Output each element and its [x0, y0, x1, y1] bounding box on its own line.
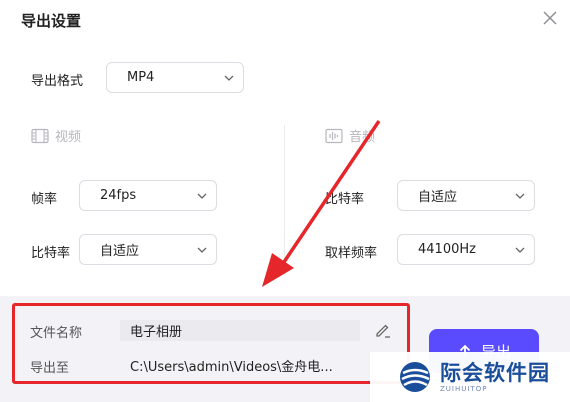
chevron-down-icon [224, 75, 234, 81]
format-select[interactable]: MP4 [106, 62, 244, 93]
path-label: 导出至 [30, 361, 70, 376]
watermark-logo-icon [400, 362, 430, 392]
samplerate-label: 取样频率 [325, 246, 378, 261]
samplerate-select[interactable]: 44100Hz [397, 234, 535, 265]
audio-bitrate-value: 自适应 [418, 190, 458, 205]
chevron-down-icon [515, 247, 525, 253]
watermark-text: 际会软件园 [440, 360, 550, 385]
video-bitrate-select[interactable]: 自适应 [79, 234, 217, 265]
audio-section-label: 音频 [349, 130, 376, 145]
filename-input[interactable]: 电子相册 [120, 320, 360, 341]
filename-label: 文件名称 [30, 326, 83, 341]
audio-section-header: 音频 [325, 126, 375, 145]
audio-bitrate-label: 比特率 [325, 192, 365, 207]
format-value: MP4 [127, 70, 155, 85]
audio-icon [325, 128, 343, 143]
chevron-down-icon [197, 247, 207, 253]
video-bitrate-label: 比特率 [31, 246, 71, 261]
section-divider [284, 125, 285, 275]
export-settings-dialog: 导出设置 导出格式 MP4 视频 帧率 24fps 比特率 自适应 音频 比特率… [0, 0, 570, 402]
video-bitrate-value: 自适应 [100, 244, 140, 259]
audio-bitrate-select[interactable]: 自适应 [397, 180, 535, 211]
watermark-subtext: ZUIHUITOP [440, 384, 488, 393]
chevron-down-icon [197, 193, 207, 199]
video-section-header: 视频 [31, 126, 81, 145]
dialog-title: 导出设置 [21, 12, 82, 30]
video-icon [31, 128, 49, 143]
fps-label: 帧率 [31, 192, 58, 207]
fps-select[interactable]: 24fps [79, 180, 217, 211]
output-path[interactable]: C:\Users\admin\Videos\金舟电... [130, 356, 333, 375]
video-section-label: 视频 [55, 130, 82, 145]
format-label: 导出格式 [31, 74, 84, 89]
edit-icon[interactable] [374, 321, 392, 339]
filename-value: 电子相册 [130, 325, 183, 340]
chevron-down-icon [515, 193, 525, 199]
watermark: 际会软件园 ZUIHUITOP [370, 352, 570, 402]
close-icon[interactable] [540, 8, 560, 28]
fps-value: 24fps [100, 188, 137, 203]
samplerate-value: 44100Hz [418, 242, 476, 257]
